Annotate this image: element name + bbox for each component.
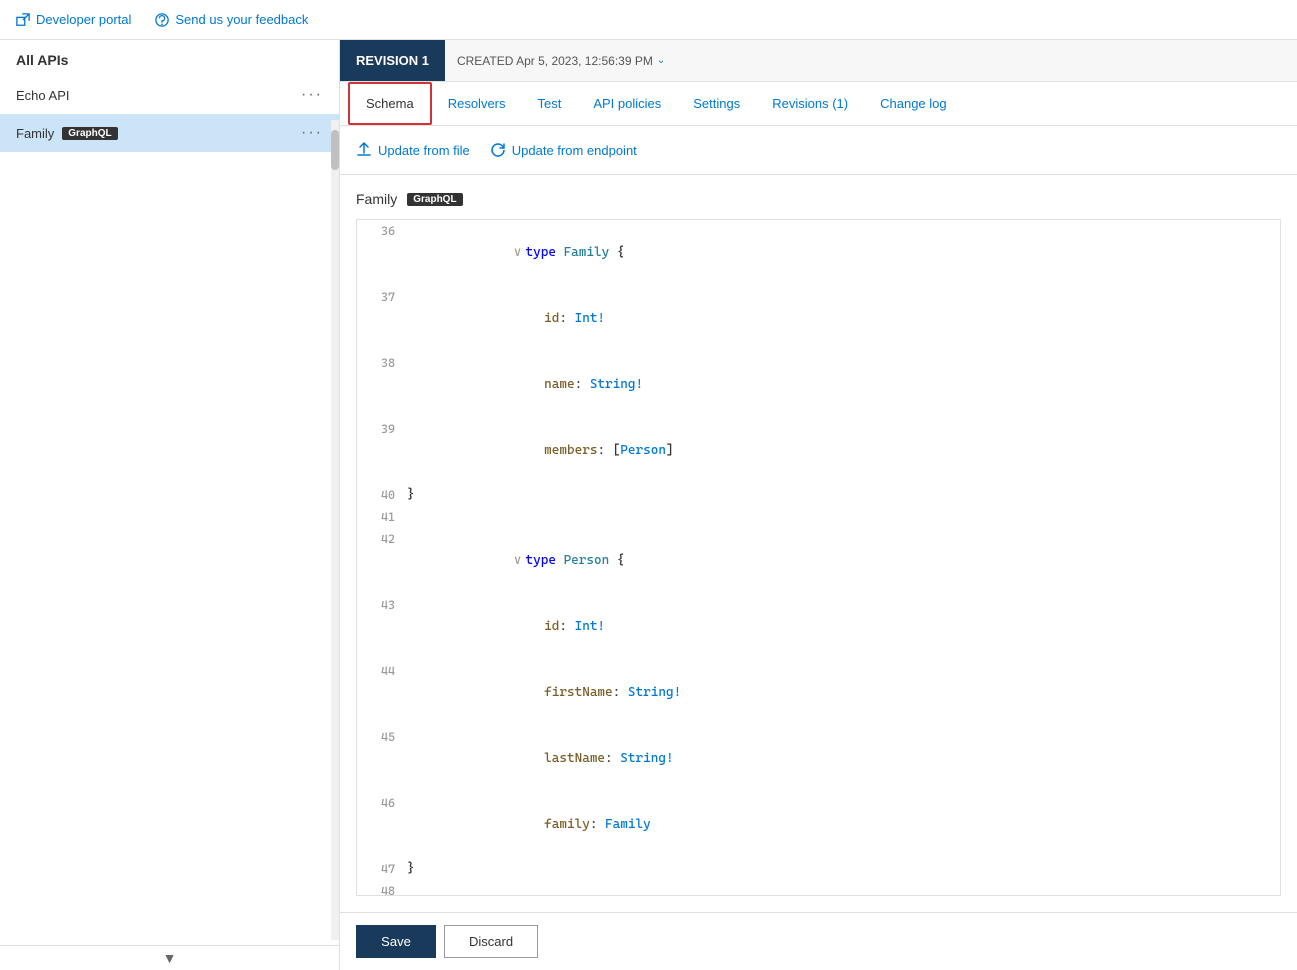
sidebar-scrollbar[interactable]	[331, 120, 339, 940]
refresh-icon	[490, 142, 506, 158]
feedback-label: Send us your feedback	[175, 12, 308, 27]
sidebar: All APIs Echo API ··· Family GraphQL ···…	[0, 40, 340, 970]
tab-revisions[interactable]: Revisions (1)	[756, 82, 864, 125]
code-editor[interactable]: 36 ∨type Family { 37 id: Int!	[356, 219, 1281, 896]
developer-portal-label: Developer portal	[36, 12, 131, 27]
family-api-menu[interactable]: ···	[301, 124, 323, 142]
code-line-44: 44 firstName: String!	[357, 660, 1280, 726]
code-line-43: 43 id: Int!	[357, 594, 1280, 660]
code-line-42: 42 ∨type Person {	[357, 528, 1280, 594]
sidebar-item-family[interactable]: Family GraphQL ···	[0, 114, 339, 152]
topbar: Developer portal Send us your feedback	[0, 0, 1297, 40]
code-line-41: 41	[357, 506, 1280, 528]
tab-settings[interactable]: Settings	[677, 82, 756, 125]
sidebar-scroll-down-button[interactable]: ▼	[163, 950, 177, 966]
main-layout: All APIs Echo API ··· Family GraphQL ···…	[0, 40, 1297, 970]
external-link-icon	[16, 13, 30, 27]
bottom-bar: Save Discard	[340, 912, 1297, 970]
update-from-file-button[interactable]: Update from file	[356, 138, 470, 162]
graphql-badge: GraphQL	[62, 127, 117, 140]
tab-schema[interactable]: Schema	[348, 82, 432, 125]
code-line-46: 46 family: Family	[357, 792, 1280, 858]
revision-dropdown-icon[interactable]: ⌄	[657, 55, 665, 66]
revision-tab[interactable]: REVISION 1	[340, 40, 445, 81]
code-lines: 36 ∨type Family { 37 id: Int!	[357, 220, 1280, 896]
sidebar-title: All APIs	[0, 40, 339, 76]
revision-bar: REVISION 1 CREATED Apr 5, 2023, 12:56:39…	[340, 40, 1297, 82]
update-endpoint-label: Update from endpoint	[512, 143, 637, 158]
schema-area: Family GraphQL 36 ∨type Family { 37	[340, 175, 1297, 912]
code-line-39: 39 members: [Person]	[357, 418, 1280, 484]
sidebar-item-echo-api[interactable]: Echo API ···	[0, 76, 339, 114]
schema-header: Family GraphQL	[356, 191, 1281, 207]
code-line-36: 36 ∨type Family {	[357, 220, 1280, 286]
discard-button[interactable]: Discard	[444, 925, 538, 958]
code-line-37: 37 id: Int!	[357, 286, 1280, 352]
family-api-name: Family	[16, 126, 54, 141]
code-line-38: 38 name: String!	[357, 352, 1280, 418]
feedback-link[interactable]: Send us your feedback	[155, 12, 308, 27]
code-line-40: 40 }	[357, 484, 1280, 506]
toolbar: Update from file Update from endpoint	[340, 126, 1297, 175]
tab-api-policies[interactable]: API policies	[577, 82, 677, 125]
echo-api-menu[interactable]: ···	[301, 86, 323, 104]
revision-created-label: CREATED Apr 5, 2023, 12:56:39 PM	[457, 54, 653, 68]
schema-graphql-badge: GraphQL	[407, 193, 462, 206]
code-line-48: 48	[357, 880, 1280, 896]
code-line-45: 45 lastName: String!	[357, 726, 1280, 792]
code-line-47: 47 }	[357, 858, 1280, 880]
tab-resolvers[interactable]: Resolvers	[432, 82, 522, 125]
tab-changelog[interactable]: Change log	[864, 82, 963, 125]
schema-api-name: Family	[356, 191, 397, 207]
tab-test[interactable]: Test	[522, 82, 578, 125]
developer-portal-link[interactable]: Developer portal	[16, 12, 131, 27]
feedback-icon	[155, 13, 169, 27]
content-area: REVISION 1 CREATED Apr 5, 2023, 12:56:39…	[340, 40, 1297, 970]
update-from-endpoint-button[interactable]: Update from endpoint	[490, 138, 637, 162]
upload-icon	[356, 142, 372, 158]
sidebar-scroll-arrow: ▼	[0, 945, 339, 970]
echo-api-name: Echo API	[16, 88, 69, 103]
save-button[interactable]: Save	[356, 925, 436, 958]
revision-info: CREATED Apr 5, 2023, 12:56:39 PM ⌄	[445, 54, 677, 68]
sidebar-scroll-thumb	[331, 130, 339, 170]
update-file-label: Update from file	[378, 143, 470, 158]
tabs-bar: Schema Resolvers Test API policies Setti…	[340, 82, 1297, 126]
